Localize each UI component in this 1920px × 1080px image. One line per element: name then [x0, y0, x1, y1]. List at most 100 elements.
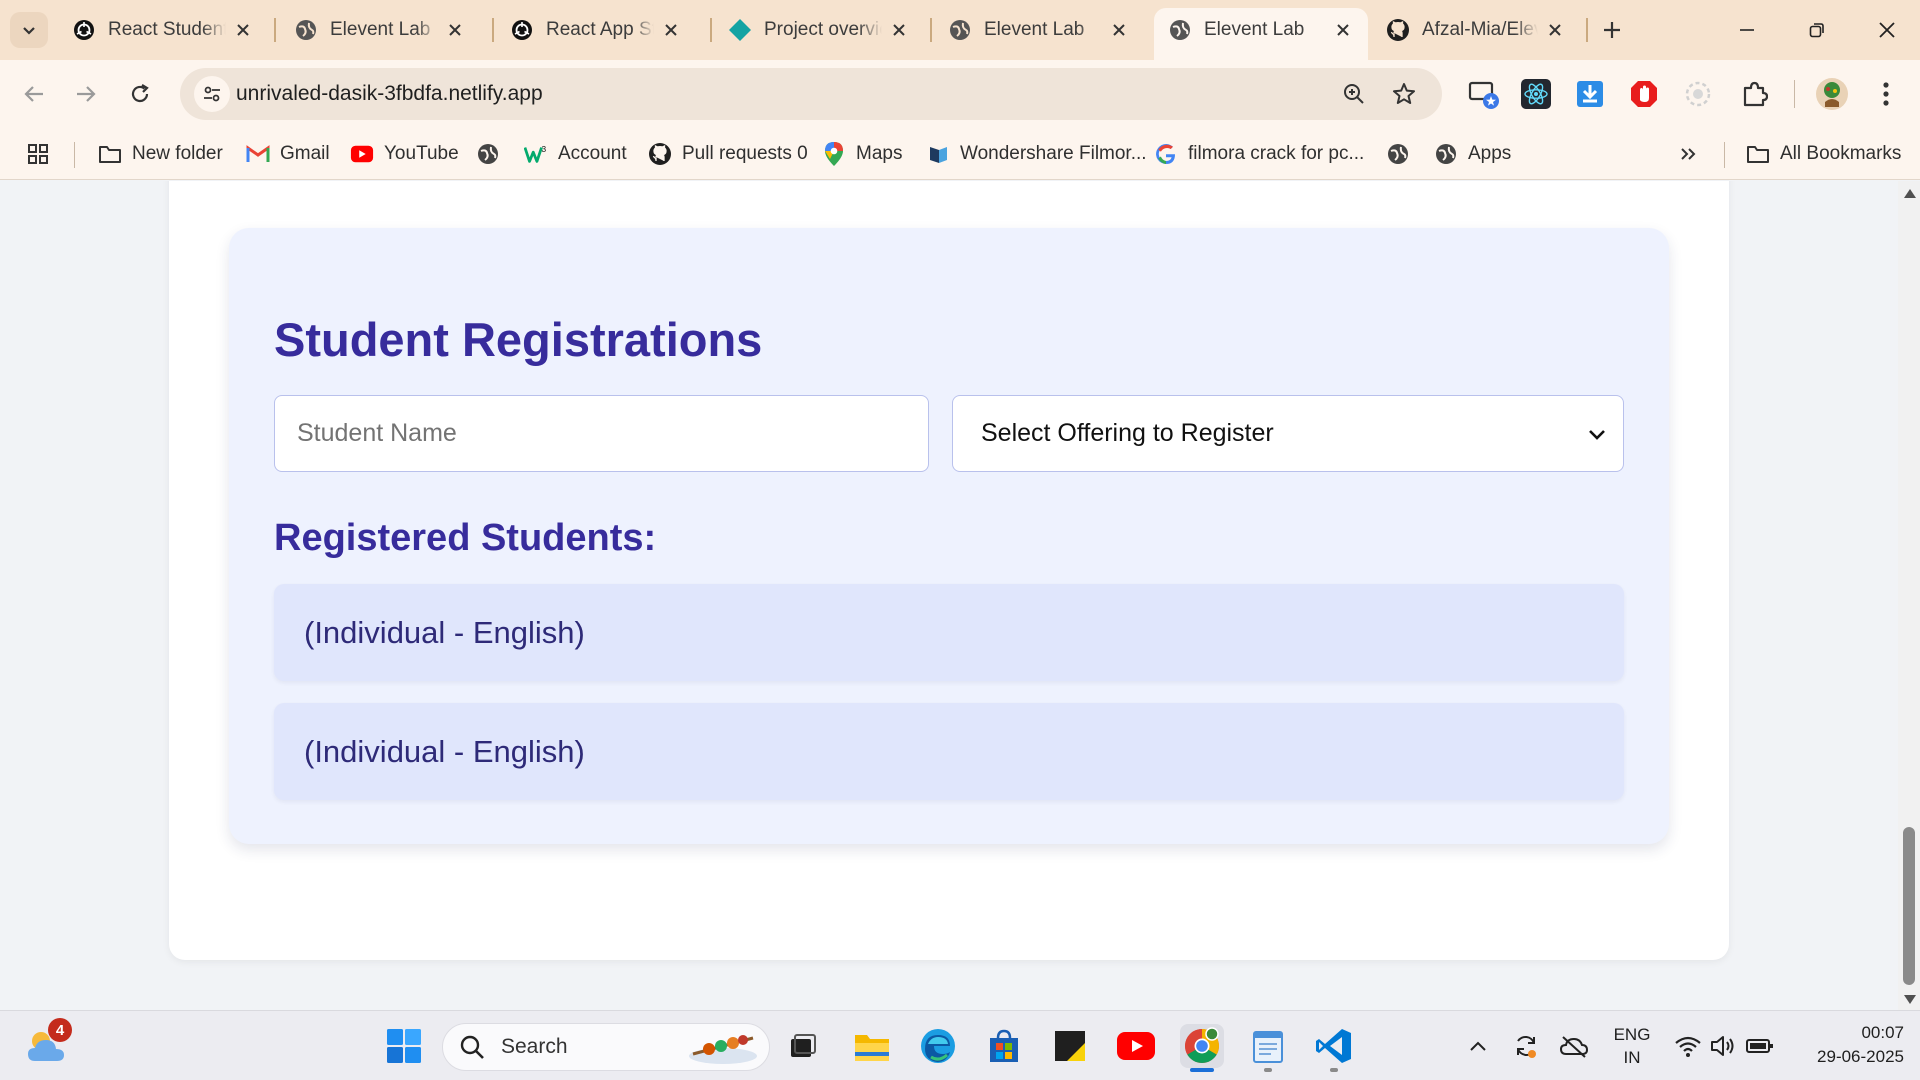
bookmarks-bar: New folder Gmail YouTube 3 Account Pull … — [0, 128, 1920, 180]
close-tab-icon[interactable] — [660, 19, 682, 41]
page-scrollbar[interactable] — [1898, 181, 1920, 1010]
tab-title: Elevent Lab — [330, 19, 431, 40]
all-bookmarks-button[interactable]: All Bookmarks — [1746, 138, 1901, 170]
bookmark-globe[interactable] — [476, 138, 510, 170]
close-icon — [1879, 22, 1895, 38]
bookmark-gmail[interactable]: Gmail — [246, 138, 330, 170]
vscode-app-button[interactable] — [1312, 1024, 1356, 1068]
globe-icon — [476, 142, 500, 166]
clock-time[interactable]: 00:07 — [1784, 1023, 1904, 1043]
tab-separator — [710, 18, 712, 42]
chevron-down-icon — [1589, 430, 1605, 440]
extensions-puzzle-icon[interactable] — [1736, 76, 1772, 112]
github-icon — [1386, 18, 1410, 42]
chevron-down-icon — [23, 27, 35, 35]
tab-3[interactable]: Project overvie — [714, 8, 924, 52]
profile-avatar[interactable] — [1814, 76, 1850, 112]
chrome-app-button[interactable] — [1180, 1024, 1224, 1068]
task-view-button[interactable] — [780, 1024, 824, 1068]
search-highlight-image-icon — [689, 1035, 757, 1064]
sync-tray-icon[interactable] — [1504, 1024, 1548, 1068]
edge-browser-button[interactable] — [916, 1024, 960, 1068]
close-tab-icon[interactable] — [1332, 19, 1354, 41]
filmora-icon — [926, 142, 950, 166]
taskbar-search-box[interactable]: Search — [442, 1023, 770, 1071]
page-viewport: Student Registrations Select Offering to… — [0, 181, 1920, 1010]
adblock-extension-icon[interactable] — [1626, 76, 1662, 112]
restore-button[interactable] — [1794, 10, 1840, 50]
task-view-icon — [791, 1034, 816, 1057]
site-info-icon[interactable] — [194, 76, 230, 112]
bookmark-youtube[interactable]: YouTube — [350, 138, 459, 170]
scroll-down-arrow-icon[interactable] — [1904, 995, 1916, 1004]
bookmark-pull-requests[interactable]: Pull requests 0 — [648, 138, 808, 170]
download-extension-icon[interactable] — [1572, 76, 1608, 112]
tab-search-button[interactable] — [10, 12, 48, 48]
bookmark-filmora-crack[interactable]: filmora crack for pc... — [1154, 138, 1364, 170]
search-icon — [457, 1032, 487, 1062]
bookmark-label: Apps — [1468, 143, 1512, 164]
close-tab-icon[interactable] — [888, 19, 910, 41]
close-tab-icon[interactable] — [1544, 19, 1566, 41]
bookmark-account[interactable]: 3 Account — [524, 138, 627, 170]
url-text: unrivaled-dasik-3fbdfa.netlify.app — [236, 82, 543, 105]
bookmark-label: Wondershare Filmor... — [960, 143, 1147, 164]
scroll-up-arrow-icon[interactable] — [1904, 189, 1916, 198]
reload-button[interactable] — [120, 74, 160, 114]
scroll-thumb[interactable] — [1903, 827, 1915, 985]
tab-title: React Student — [108, 19, 226, 40]
language-indicator[interactable]: ENG — [1604, 1025, 1660, 1045]
tab-title: React App Styl — [546, 19, 654, 40]
w3-icon: 3 — [524, 142, 548, 166]
show-hidden-icons-button[interactable] — [1456, 1024, 1500, 1068]
react-devtools-icon[interactable] — [1518, 76, 1554, 112]
youtube-app-button[interactable] — [1114, 1024, 1158, 1068]
tab-5-active[interactable]: Elevent Lab — [1154, 8, 1368, 60]
close-window-button[interactable] — [1864, 10, 1910, 50]
registered-student-item: (Individual - English) — [274, 703, 1624, 800]
tab-2[interactable]: React App Styl — [496, 8, 696, 52]
onedrive-tray-icon[interactable] — [1552, 1024, 1596, 1068]
sticky-notes-button[interactable] — [1048, 1024, 1092, 1068]
start-button[interactable] — [382, 1024, 426, 1068]
arrow-left-icon — [24, 86, 43, 102]
new-tab-button[interactable] — [1596, 14, 1628, 46]
back-button[interactable] — [14, 74, 54, 114]
more-bookmarks-button[interactable] — [1676, 138, 1710, 170]
close-tab-icon[interactable] — [444, 19, 466, 41]
reload-icon — [131, 84, 149, 103]
zoom-icon[interactable] — [1340, 80, 1368, 108]
forward-button[interactable] — [66, 74, 106, 114]
svg-text:3: 3 — [542, 144, 547, 154]
bookmark-label: Pull requests 0 — [682, 143, 808, 164]
cast-extension-icon[interactable] — [1466, 76, 1502, 112]
address-bar[interactable]: unrivaled-dasik-3fbdfa.netlify.app — [180, 68, 1442, 120]
minimize-button[interactable] — [1724, 10, 1770, 50]
tab-1[interactable]: Elevent Lab — [280, 8, 480, 52]
offering-select[interactable]: Select Offering to Register — [952, 395, 1624, 472]
close-tab-icon[interactable] — [232, 19, 254, 41]
file-explorer-button[interactable] — [850, 1024, 894, 1068]
clock-date: 29-06-2025 — [1817, 1047, 1904, 1066]
battery-icon[interactable] — [1738, 1024, 1782, 1068]
tab-6[interactable]: Afzal-Mia/Elev — [1372, 8, 1580, 52]
close-tab-icon[interactable] — [1108, 19, 1130, 41]
browser-menu-icon[interactable] — [1868, 76, 1904, 112]
tab-4[interactable]: Elevent Lab — [934, 8, 1144, 52]
notepad-icon — [1253, 1031, 1283, 1063]
microsoft-store-button[interactable] — [982, 1024, 1026, 1068]
apps-grid-button[interactable] — [26, 138, 60, 170]
bookmark-globe-2[interactable] — [1386, 138, 1420, 170]
bookmark-label: filmora crack for pc... — [1188, 143, 1365, 164]
bookmark-maps[interactable]: Maps — [822, 138, 902, 170]
bookmark-apps[interactable]: Apps — [1434, 138, 1511, 170]
tab-0[interactable]: React Student — [58, 8, 268, 52]
bookmark-new-folder[interactable]: New folder — [98, 138, 223, 170]
notepad-app-button[interactable] — [1246, 1024, 1290, 1068]
spinner-extension-icon[interactable] — [1680, 76, 1716, 112]
student-name-input[interactable] — [274, 395, 929, 472]
toolbar-separator — [1794, 80, 1795, 108]
weather-notification-badge: 4 — [48, 1018, 72, 1042]
bookmark-star-icon[interactable] — [1390, 80, 1418, 108]
bookmark-filmora[interactable]: Wondershare Filmor... — [926, 138, 1147, 170]
